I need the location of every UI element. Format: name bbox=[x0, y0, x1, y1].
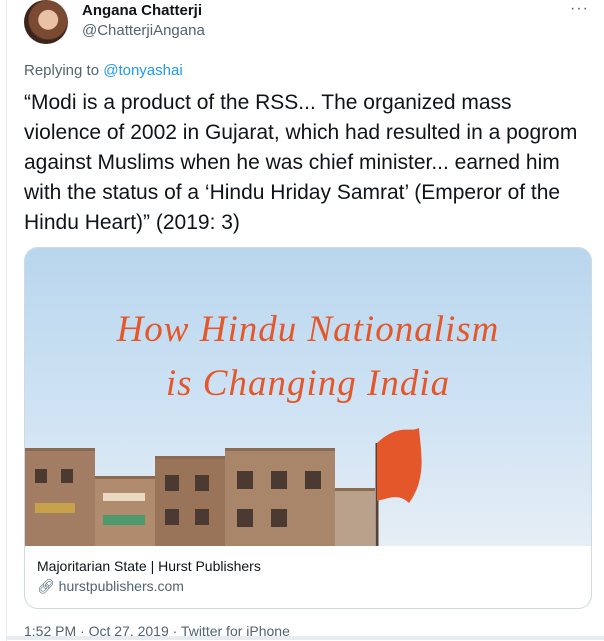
building bbox=[225, 448, 335, 546]
building bbox=[155, 456, 225, 546]
book-title-line1: How Hindu Nationalism bbox=[116, 309, 500, 350]
author-handle[interactable]: @ChatterjiAngana bbox=[82, 22, 205, 39]
flag-icon bbox=[375, 428, 422, 546]
link-icon: 🔗︎ bbox=[37, 578, 55, 594]
author-name[interactable]: Angana Chatterji bbox=[82, 2, 202, 19]
card-image[interactable]: How Hindu Nationalism is Changing India bbox=[25, 248, 591, 546]
card-title[interactable]: Majoritarian State | Hurst Publishers bbox=[37, 556, 261, 576]
bottom-divider bbox=[6, 636, 604, 640]
replying-to-handle[interactable]: @tonyashai bbox=[103, 62, 182, 79]
link-card[interactable]: How Hindu Nationalism is Changing India bbox=[24, 247, 592, 609]
book-title-line2: is Changing India bbox=[165, 363, 451, 404]
building bbox=[25, 448, 95, 546]
timeline-divider bbox=[6, 0, 7, 641]
card-text[interactable]: Majoritarian State | Hurst Publishers 🔗︎… bbox=[37, 556, 261, 596]
ellipsis-icon[interactable]: ··· bbox=[570, 0, 589, 18]
card-url[interactable]: 🔗︎ hurstpublishers.com bbox=[37, 576, 261, 596]
card-url-text: hurstpublishers.com bbox=[58, 578, 184, 594]
tweet-text: “Modi is a product of the RSS... The org… bbox=[24, 91, 578, 234]
building bbox=[95, 476, 155, 546]
replying-to-label: Replying to bbox=[24, 62, 104, 79]
replying-to: Replying to @tonyashai bbox=[24, 62, 183, 79]
avatar[interactable] bbox=[24, 0, 68, 44]
